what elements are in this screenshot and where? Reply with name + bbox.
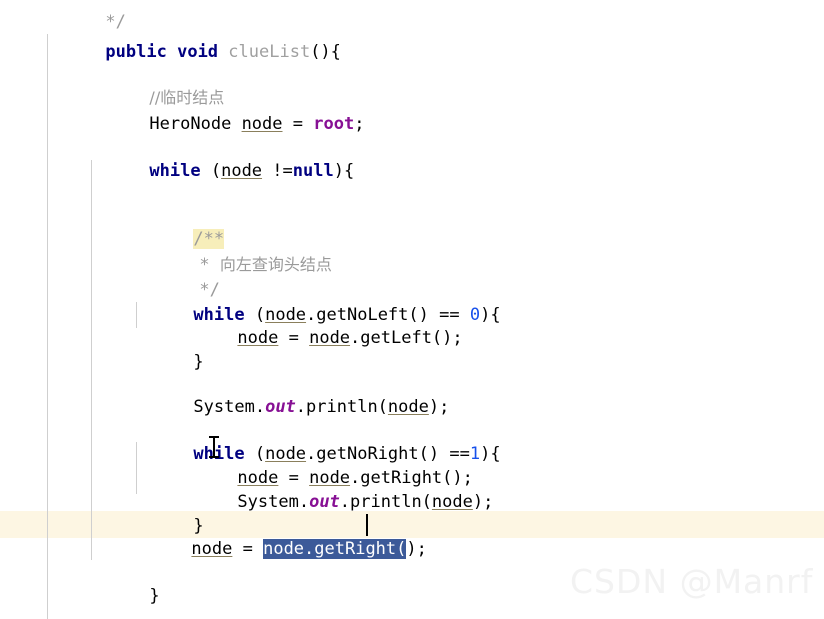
type-heronode: HeroNode [149,114,232,135]
operator-neq: != [262,161,293,182]
var-node-decl: node [241,114,283,135]
brace-close-left: } [193,352,204,373]
var-node-assign-selected: node [191,539,233,560]
keyword-while-outer: while [149,161,201,182]
println-tail-2: ); [472,492,494,513]
static-field-out-2: out [309,492,340,513]
selection-highlight[interactable]: node.getRight( [263,539,407,560]
paren-close-3: ){ [480,444,501,465]
literal-null: null [292,161,334,182]
keyword-void: void [177,42,219,63]
csdn-watermark: CSDN @Manrf [570,562,814,601]
var-node-assign-left: node [237,328,279,349]
var-node-arg-2: node [431,492,473,513]
space-2 [218,42,228,62]
equals-1: = [282,114,314,135]
text-caret [366,514,368,536]
space-3 [231,114,241,134]
number-zero: 0 [469,305,481,326]
selected-line-tail: ); [406,539,427,560]
semicolon-1: ; [354,114,365,135]
code-editor-view[interactable]: */ public void clueList(){ //临时结点 HeroNo… [0,0,824,619]
method-name-cluelist: clueList [228,42,311,63]
system-token-1: System. [193,397,266,418]
equals-2: = [278,328,310,349]
static-field-out-1: out [265,397,296,418]
space-1 [167,42,177,62]
javadoc-body-text: 向左查询头结点 [219,255,332,275]
paren-close-1: ){ [333,161,355,182]
equals-4: = [232,539,264,560]
code-lines-container: */ public void clueList(){ //临时结点 HeroNo… [0,0,824,619]
call-getleft: .getLeft(); [350,328,463,349]
paren-open-1: ( [200,161,222,182]
paren-close-2: ){ [480,305,501,326]
var-node-recv-left: node [309,328,351,349]
signature-parens: (){ [310,42,341,63]
code-line-close-brace-method[interactable]: } [0,560,160,619]
system-token-2: System. [237,492,310,513]
println-tail-1: ); [428,397,450,418]
code-line-while-outer[interactable]: while (node !=null){ [0,135,354,208]
brace-close-method: } [149,586,160,607]
method-println-2: .println( [339,492,432,513]
keyword-public: public [105,42,167,63]
var-node-cond-outer: node [221,161,263,182]
var-node-arg-1: node [387,397,429,418]
method-println-1: .println( [295,397,388,418]
field-root: root [313,114,355,135]
